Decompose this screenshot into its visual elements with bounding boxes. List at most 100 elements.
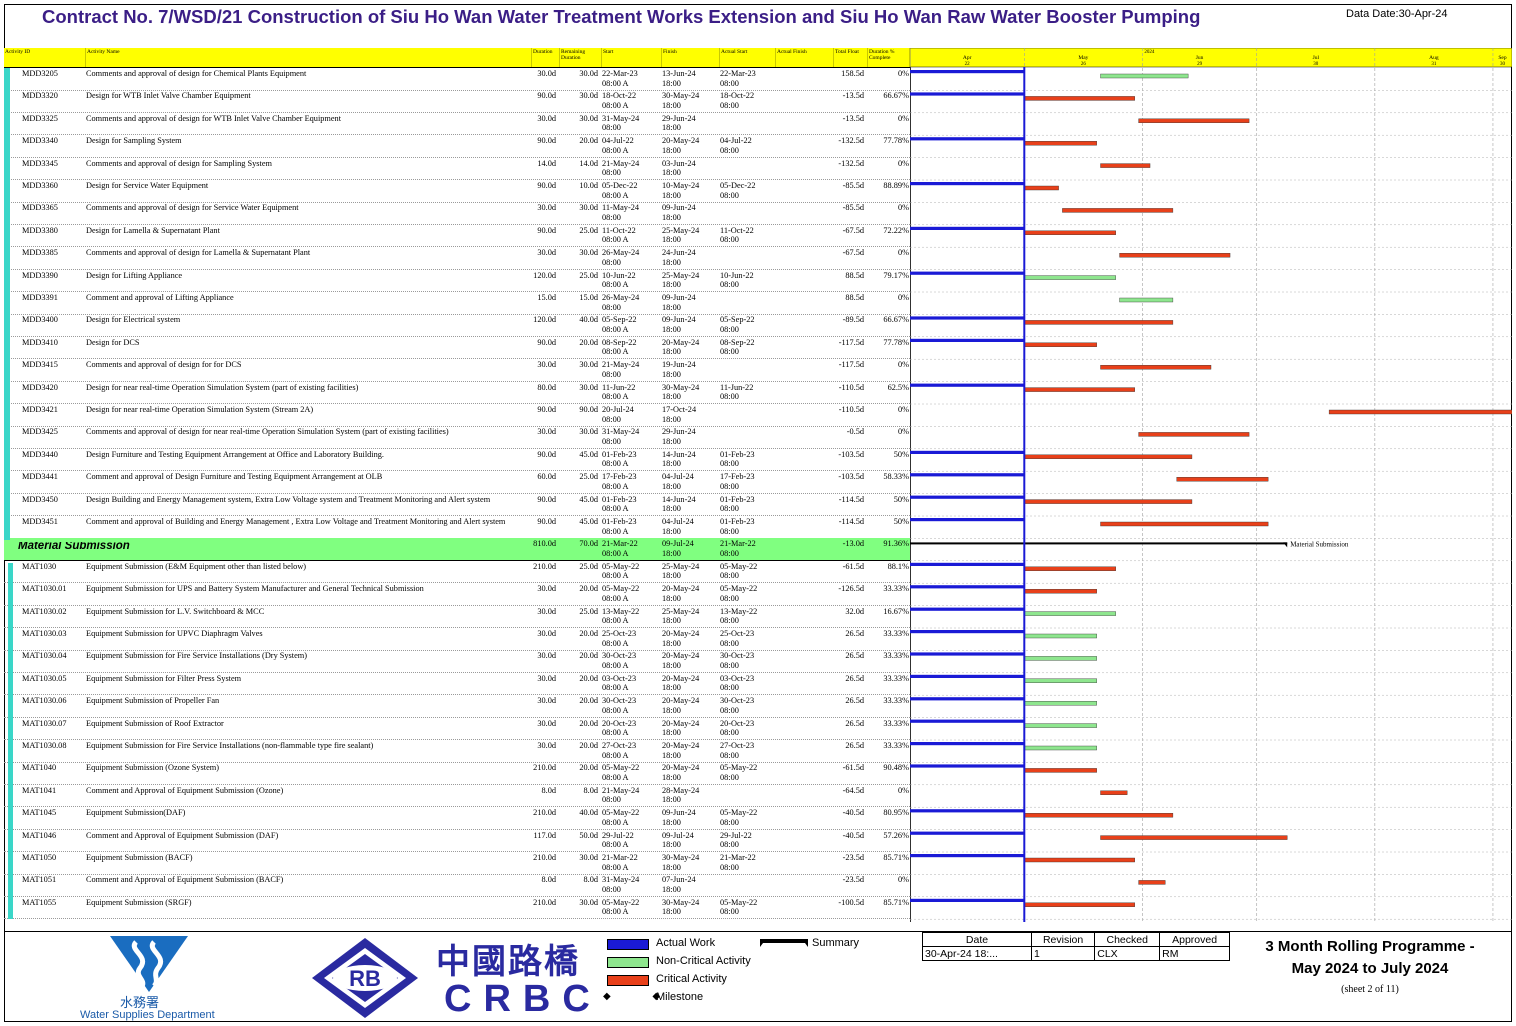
table-row[interactable]: MDD3450 Design Building and Energy Manage… bbox=[4, 494, 910, 517]
cell-total-float: 88.5d bbox=[830, 293, 864, 303]
cell-actual-start-time: 08:00 bbox=[720, 750, 739, 760]
cell-total-float-text: -61.5d bbox=[842, 561, 864, 571]
table-row[interactable]: MAT1030.03 Equipment Submission for UPVC … bbox=[4, 628, 910, 651]
cell-start-time: 08:00 A bbox=[602, 548, 629, 558]
cell-name: Comments and approval of design for Samp… bbox=[86, 159, 528, 169]
cell-name-text: Design Building and Energy Management sy… bbox=[86, 494, 491, 504]
week-label: 26 bbox=[1081, 62, 1087, 67]
cell-remaining-text: 40.0d bbox=[579, 315, 598, 325]
cell-actual-start-text: 27-Oct-23 bbox=[720, 741, 755, 750]
table-row[interactable]: MDD3345 Comments and approval of design f… bbox=[4, 158, 910, 181]
cell-name-text: Equipment Submission (E&M Equipment othe… bbox=[86, 561, 307, 571]
table-row[interactable]: MDD3425 Comments and approval of design f… bbox=[4, 426, 910, 449]
cell-actual-start: 29-Jul-22 08:00 bbox=[720, 831, 776, 850]
cell-actual-start: 05-May-22 08:00 bbox=[720, 763, 776, 782]
cell-finish-text: 07-Jun-24 bbox=[662, 875, 696, 885]
table-row[interactable]: MDD3365 Comments and approval of design f… bbox=[4, 202, 910, 225]
table-row[interactable]: MDD3391 Comment and approval of Lifting A… bbox=[4, 292, 910, 315]
col-header-actual-finish[interactable]: Actual Finish bbox=[776, 48, 834, 67]
group-row[interactable]: Material Submission 810.0d 70.0d 21-Mar-22 0… bbox=[4, 538, 910, 561]
table-row[interactable]: MDD3340 Design for Sampling System 90.0d 20… bbox=[4, 135, 910, 158]
cell-start-time: 08:00 A bbox=[602, 481, 629, 491]
cell-finish-text: 25-May-24 bbox=[662, 561, 700, 571]
table-row[interactable]: MDD3360 Design for Service Water Equipmen… bbox=[4, 180, 910, 203]
col-header-duration[interactable]: Duration bbox=[532, 48, 560, 67]
cell-id-text: MDD3340 bbox=[22, 136, 58, 146]
cell-total-float-text: -85.5d bbox=[842, 181, 864, 190]
table-row[interactable]: MAT1030 Equipment Submission (E&M Equipme… bbox=[4, 561, 910, 584]
cell-actual-start: 05-Sep-22 08:00 bbox=[720, 315, 776, 334]
programme-title: 3 Month Rolling Programme - May 2024 to … bbox=[1232, 936, 1508, 980]
table-row[interactable]: MDD3451 Comment and approval of Building … bbox=[4, 516, 910, 539]
cell-duration-text: 30.0d bbox=[537, 606, 556, 616]
table-row[interactable]: MAT1045 Equipment Submission(DAF) 210.0d 40… bbox=[4, 807, 910, 830]
cell-remaining: 40.0d bbox=[558, 315, 598, 325]
critical-activity-bar bbox=[1100, 521, 1269, 527]
table-row[interactable]: MAT1030.04 Equipment Submission for Fire … bbox=[4, 650, 910, 673]
table-row[interactable]: MDD3420 Design for near real-time Operati… bbox=[4, 382, 910, 405]
cell-total-float: -132.5d bbox=[830, 136, 864, 146]
cell-pct-complete: 50% bbox=[866, 495, 909, 505]
col-header-remaining[interactable]: Remaining Duration bbox=[560, 48, 602, 67]
cell-actual-start-text: 21-Mar-22 bbox=[720, 539, 756, 549]
table-row[interactable]: MDD3410 Design for DCS 90.0d 20.0d 08-Sep-22… bbox=[4, 337, 910, 360]
table-row[interactable]: MDD3325 Comments and approval of design f… bbox=[4, 113, 910, 136]
table-row[interactable]: MDD3385 Comments and approval of design f… bbox=[4, 247, 910, 270]
cell-start: 29-Jul-22 08:00 A bbox=[602, 831, 660, 850]
cell-finish: 20-May-24 18:00 bbox=[662, 696, 718, 715]
table-row[interactable]: MDD3440 Design Furniture and Testing Equi… bbox=[4, 449, 910, 472]
cell-pct-complete-text: 77.78% bbox=[883, 136, 909, 146]
table-row[interactable]: MDD3415 Comments and approval of design f… bbox=[4, 359, 910, 382]
cell-start-time: 08:00 A bbox=[602, 772, 629, 782]
col-header-name[interactable]: Activity Name bbox=[86, 48, 532, 67]
col-header-finish[interactable]: Finish bbox=[662, 48, 720, 67]
col-header-pct[interactable]: Duration % Complete bbox=[868, 48, 910, 67]
col-header-total-float[interactable]: Total Float bbox=[834, 48, 868, 67]
table-row[interactable]: MAT1055 Equipment Submission (SRGF) 210.0d… bbox=[4, 897, 910, 920]
table-row[interactable]: MDD3421 Design for near real-time Operati… bbox=[4, 404, 910, 427]
table-row[interactable]: MAT1030.06 Equipment Submission of Propel… bbox=[4, 695, 910, 718]
cell-remaining: 90.0d bbox=[558, 405, 598, 415]
cell-duration-text: 15.0d bbox=[537, 293, 556, 302]
cell-finish-time: 18:00 bbox=[662, 795, 681, 805]
col-header-id[interactable]: Activity ID bbox=[4, 48, 86, 67]
table-row[interactable]: MDD3205 Comments and approval of design f… bbox=[4, 68, 910, 91]
cell-duration-text: 30.0d bbox=[537, 651, 556, 661]
critical-activity-bar bbox=[1024, 589, 1097, 594]
cell-finish-time: 18:00 bbox=[662, 907, 681, 917]
cell-duration-text: 90.0d bbox=[537, 494, 556, 504]
table-row[interactable]: MAT1030.07 Equipment Submission of Roof E… bbox=[4, 718, 910, 741]
noncritical-activity-bar bbox=[1024, 745, 1097, 751]
cell-actual-start-time: 08:00 bbox=[720, 593, 739, 603]
col-header-start[interactable]: Start bbox=[602, 48, 662, 67]
cell-start-text: 05-May-22 bbox=[602, 561, 640, 571]
cell-start-time: 08:00 A bbox=[602, 100, 629, 110]
table-row[interactable]: MAT1040 Equipment Submission (Ozone Syste… bbox=[4, 762, 910, 785]
table-row[interactable]: MAT1030.08 Equipment Submission for Fire … bbox=[4, 740, 910, 763]
table-row[interactable]: MAT1051 Comment and Approval of Equipment… bbox=[4, 874, 910, 897]
table-row[interactable]: MDD3390 Design for Lifting Appliance 120.0… bbox=[4, 270, 910, 293]
cell-pct-complete-text: 33.33% bbox=[883, 696, 909, 706]
table-row[interactable]: MAT1050 Equipment Submission (BACF) 210.0d… bbox=[4, 852, 910, 875]
col-header-actual-start[interactable]: Actual Start bbox=[720, 48, 776, 67]
cell-actual-start-time: 08:00 bbox=[720, 235, 739, 245]
table-row[interactable]: MDD3320 Design for WTB Inlet Valve Chambe… bbox=[4, 90, 910, 113]
cell-start-time: 08:00 A bbox=[602, 705, 629, 715]
cell-finish-text: 28-May-24 bbox=[662, 785, 700, 795]
cell-name-text: Comments and approval of design for near… bbox=[86, 427, 449, 437]
table-row[interactable]: MAT1046 Comment and Approval of Equipment… bbox=[4, 830, 910, 853]
cell-pct-complete-text: 80.95% bbox=[883, 808, 909, 818]
cell-remaining-text: 40.0d bbox=[579, 808, 598, 818]
cell-finish-text: 04-Jul-24 bbox=[662, 472, 694, 482]
table-row[interactable]: MDD3380 Design for Lamella & Supernatant … bbox=[4, 225, 910, 248]
table-row[interactable]: MAT1041 Comment and Approval of Equipment… bbox=[4, 785, 910, 808]
table-row[interactable]: MAT1030.05 Equipment Submission for Filte… bbox=[4, 673, 910, 696]
table-row[interactable]: MAT1030.01 Equipment Submission for UPS a… bbox=[4, 583, 910, 606]
table-row[interactable]: MDD3400 Design for Electrical system 120.0… bbox=[4, 314, 910, 337]
cell-start: 31-May-24 08:00 bbox=[602, 427, 660, 446]
cell-total-float-text: -0.5d bbox=[846, 427, 864, 437]
cell-duration: 30.0d bbox=[530, 427, 556, 437]
table-row[interactable]: MDD3441 Comment and approval of Design Fu… bbox=[4, 471, 910, 494]
cell-finish: 17-Oct-24 18:00 bbox=[662, 405, 718, 424]
table-row[interactable]: MAT1030.02 Equipment Submission for L.V. … bbox=[4, 606, 910, 629]
